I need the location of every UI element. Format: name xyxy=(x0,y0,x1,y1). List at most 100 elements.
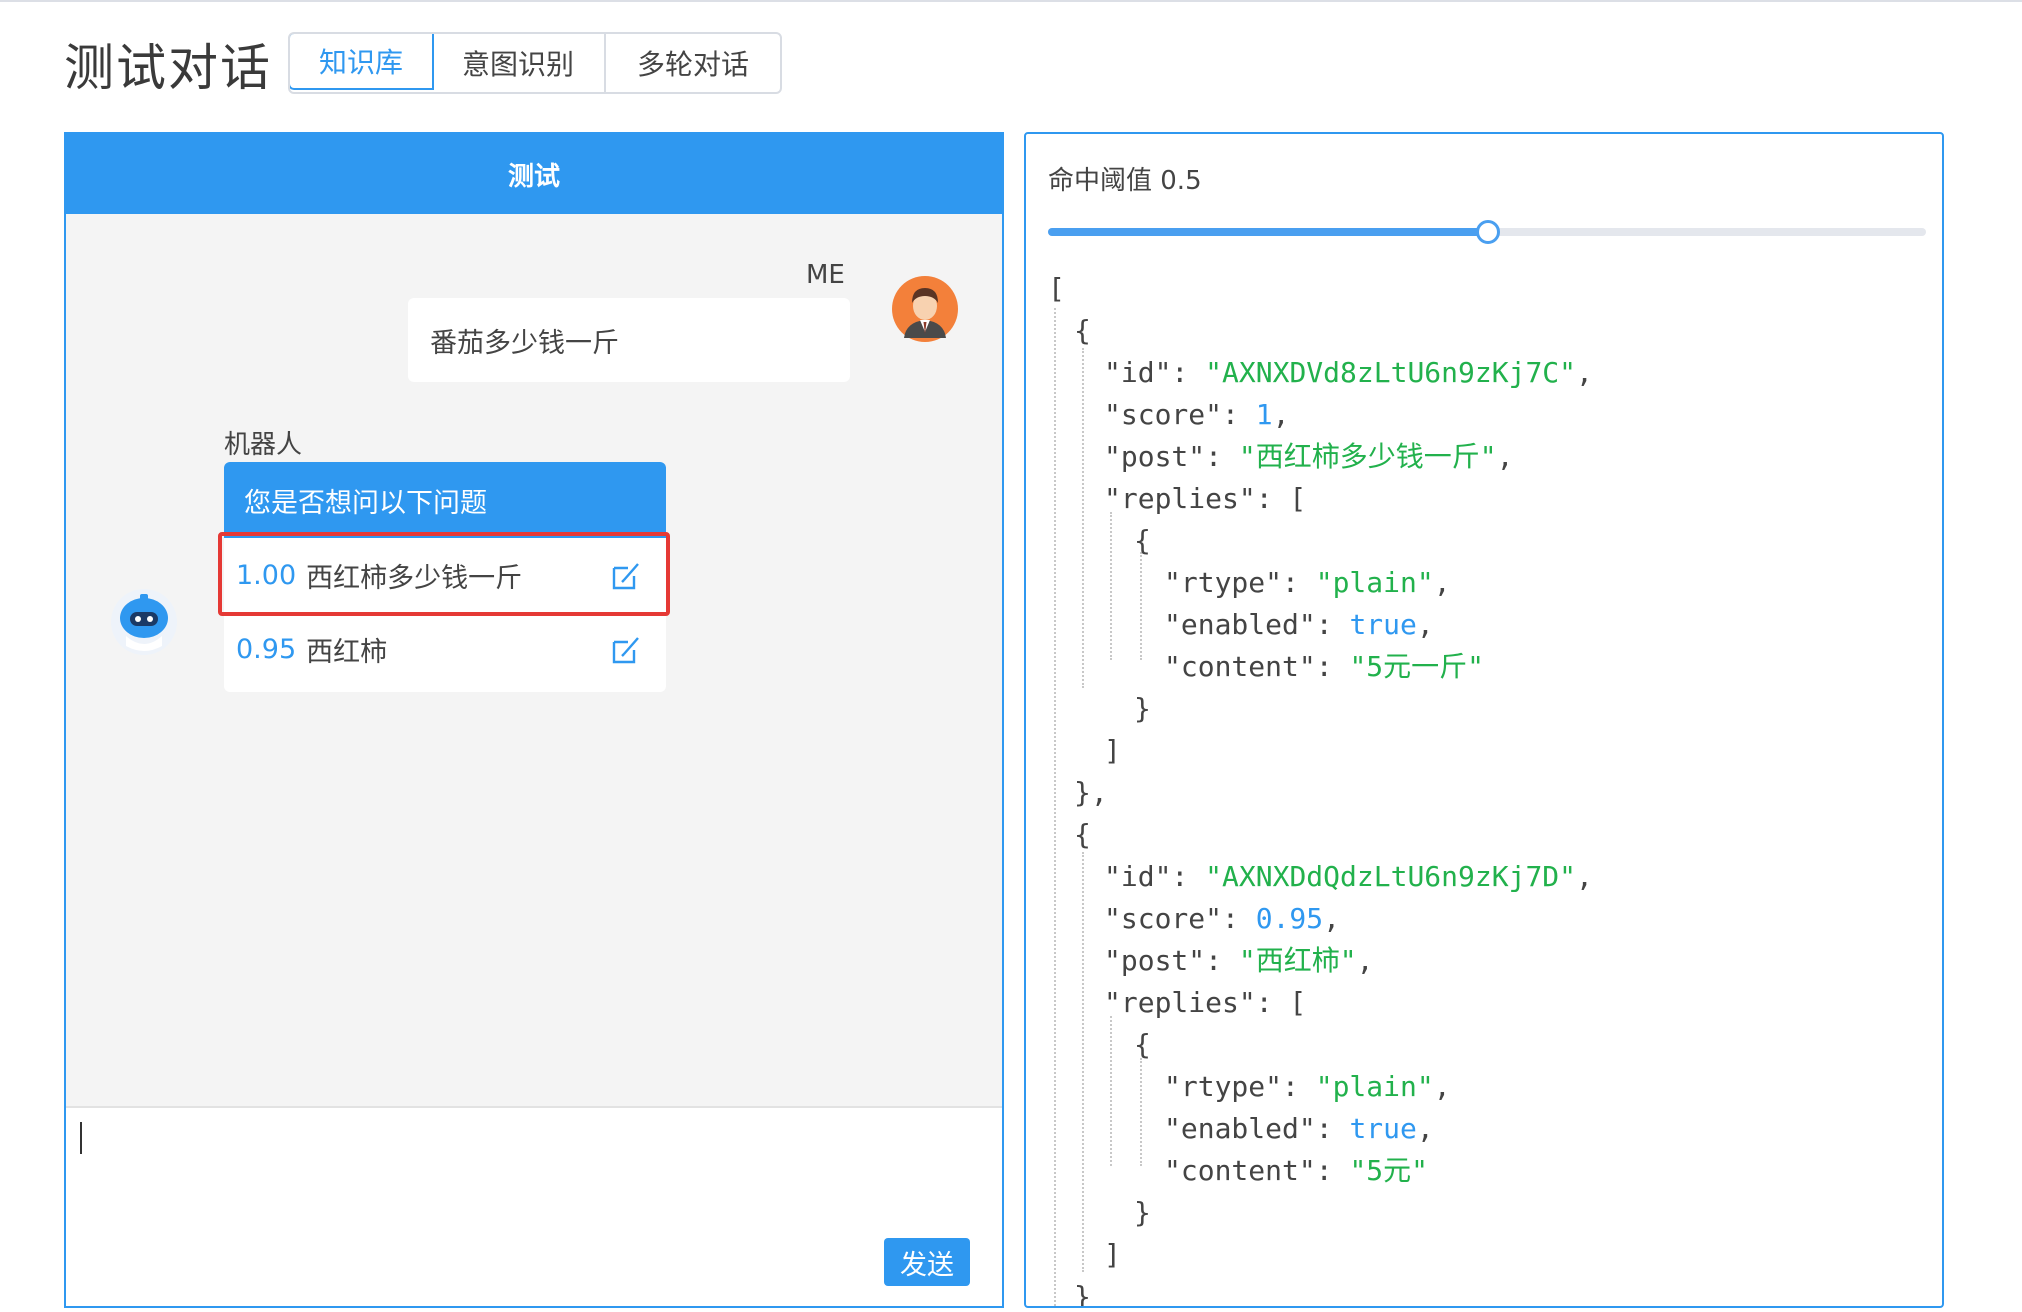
json-key: "post": xyxy=(1104,944,1239,977)
json-bracket: [ xyxy=(1048,272,1065,305)
indent-guide xyxy=(1110,1016,1112,1166)
json-key: "post": xyxy=(1104,440,1239,473)
json-bracket: ] xyxy=(1104,734,1121,767)
json-line: }, xyxy=(1074,772,1108,814)
suggestion-text: 西红柿 xyxy=(306,636,388,668)
json-line: ] xyxy=(1104,1234,1121,1276)
bot-prompt: 您是否想问以下问题 xyxy=(224,462,666,538)
json-bracket: { xyxy=(1134,524,1151,557)
tab-intent-recognition[interactable]: 意图识别 xyxy=(432,34,606,92)
json-key: "score": xyxy=(1104,902,1256,935)
bot-name: 机器人 xyxy=(224,430,303,460)
chat-header: 测试 xyxy=(66,134,1002,214)
json-key: "replies": [ xyxy=(1104,482,1307,515)
indent-guide xyxy=(1082,348,1084,688)
json-result-view: [ { "id": "AXNXDVd8zLtU6n9zKj7C", "score… xyxy=(1048,268,1942,1306)
json-bracket: { xyxy=(1074,314,1091,347)
indent-guide xyxy=(1140,1058,1142,1166)
suggestion-score: 0.95 xyxy=(236,633,297,665)
robot-avatar-icon xyxy=(110,588,178,656)
json-bracket: }, xyxy=(1074,776,1108,809)
chat-panel: 测试 ME 番茄多少钱一斤 机器人 您是否想问以下问题 1.00 西红柿多少钱一… xyxy=(64,132,1004,1308)
page-title: 测试对话 xyxy=(64,39,272,97)
json-string: "AXNXDVd8zLtU6n9zKj7C" xyxy=(1205,356,1577,389)
json-key: "rtype": xyxy=(1164,566,1316,599)
top-border xyxy=(0,0,2022,2)
json-line: { xyxy=(1134,1024,1151,1066)
edit-icon[interactable] xyxy=(610,634,642,666)
json-boolean: true xyxy=(1349,1112,1417,1145)
json-bracket: { xyxy=(1074,818,1091,851)
json-comma: , xyxy=(1576,860,1593,893)
json-string: "plain" xyxy=(1315,566,1434,599)
json-boolean: true xyxy=(1349,608,1417,641)
json-line: } xyxy=(1134,688,1151,730)
tab-knowledge-base[interactable]: 知识库 xyxy=(290,34,434,90)
indent-guide xyxy=(1140,552,1142,660)
json-comma: , xyxy=(1433,566,1451,599)
json-key: "id": xyxy=(1104,860,1206,893)
slider-handle[interactable] xyxy=(1476,220,1500,244)
json-line: { xyxy=(1134,520,1151,562)
json-line: "rtype": "plain", xyxy=(1164,562,1451,604)
tab-multi-turn[interactable]: 多轮对话 xyxy=(606,34,780,92)
threshold-slider[interactable] xyxy=(1048,220,1926,244)
json-line: "id": "AXNXDdQdzLtU6n9zKj7D", xyxy=(1104,856,1593,898)
json-line: "enabled": true, xyxy=(1164,604,1434,646)
user-avatar xyxy=(892,276,958,342)
json-line: "post": "西红柿", xyxy=(1104,940,1373,982)
json-string: "西红柿多少钱一斤" xyxy=(1238,440,1497,473)
json-key: "replies": [ xyxy=(1104,986,1307,1019)
json-key: "content": xyxy=(1164,1154,1350,1187)
json-string: "plain" xyxy=(1315,1070,1434,1103)
result-panel: 命中阈值 0.5 [ { "id": "AXNXDVd8zLtU6n9zKj7C… xyxy=(1024,132,1944,1308)
json-comma: , xyxy=(1323,902,1341,935)
json-line: } xyxy=(1134,1192,1151,1234)
json-line: ] xyxy=(1104,730,1121,772)
json-line: "score": 0.95, xyxy=(1104,898,1340,940)
json-line: "id": "AXNXDVd8zLtU6n9zKj7C", xyxy=(1104,352,1593,394)
json-line: "content": "5元一斤" xyxy=(1164,646,1484,688)
json-line: "rtype": "plain", xyxy=(1164,1066,1451,1108)
json-line: "score": 1, xyxy=(1104,394,1289,436)
json-bracket: { xyxy=(1134,1028,1151,1061)
json-key: "enabled": xyxy=(1164,608,1350,641)
json-bracket: } xyxy=(1074,1280,1091,1308)
suggestion-item[interactable]: 0.95 西红柿 xyxy=(224,612,666,686)
suggestion-item[interactable]: 1.00 西红柿多少钱一斤 xyxy=(218,532,670,616)
json-number: 0.95 xyxy=(1255,902,1324,935)
me-name: ME xyxy=(806,260,845,290)
json-comma: , xyxy=(1576,356,1593,389)
json-comma: , xyxy=(1272,398,1290,431)
json-key: "id": xyxy=(1104,356,1206,389)
indent-guide xyxy=(1110,512,1112,660)
send-button[interactable]: 发送 xyxy=(884,1238,970,1286)
slider-fill xyxy=(1048,228,1487,236)
json-bracket: } xyxy=(1134,692,1151,725)
threshold-label: 命中阈值 0.5 xyxy=(1048,166,1202,196)
json-line: "post": "西红柿多少钱一斤", xyxy=(1104,436,1513,478)
json-comma: , xyxy=(1416,608,1434,641)
json-line: "content": "5元" xyxy=(1164,1150,1428,1192)
suggestion-score: 1.00 xyxy=(236,559,297,591)
json-bracket: ] xyxy=(1104,1238,1121,1271)
json-line: "replies": [ xyxy=(1104,982,1306,1024)
json-string: "西红柿" xyxy=(1238,944,1357,977)
json-key: "score": xyxy=(1104,398,1256,431)
json-line: { xyxy=(1074,814,1091,856)
json-comma: , xyxy=(1356,944,1374,977)
json-line: "replies": [ xyxy=(1104,478,1306,520)
json-line: [ xyxy=(1048,268,1065,310)
indent-guide xyxy=(1054,308,1056,1306)
suggestion-text: 西红柿多少钱一斤 xyxy=(306,562,523,594)
json-string: "AXNXDdQdzLtU6n9zKj7D" xyxy=(1205,860,1577,893)
json-comma: , xyxy=(1416,1112,1434,1145)
edit-icon[interactable] xyxy=(610,560,642,592)
json-bracket: } xyxy=(1134,1196,1151,1229)
json-string: "5元一斤" xyxy=(1349,650,1485,683)
mode-tabs: 知识库 意图识别 多轮对话 xyxy=(288,32,782,94)
json-line: } xyxy=(1074,1276,1091,1308)
indent-guide xyxy=(1082,852,1084,1272)
json-line: { xyxy=(1074,310,1091,352)
json-comma: , xyxy=(1496,440,1514,473)
